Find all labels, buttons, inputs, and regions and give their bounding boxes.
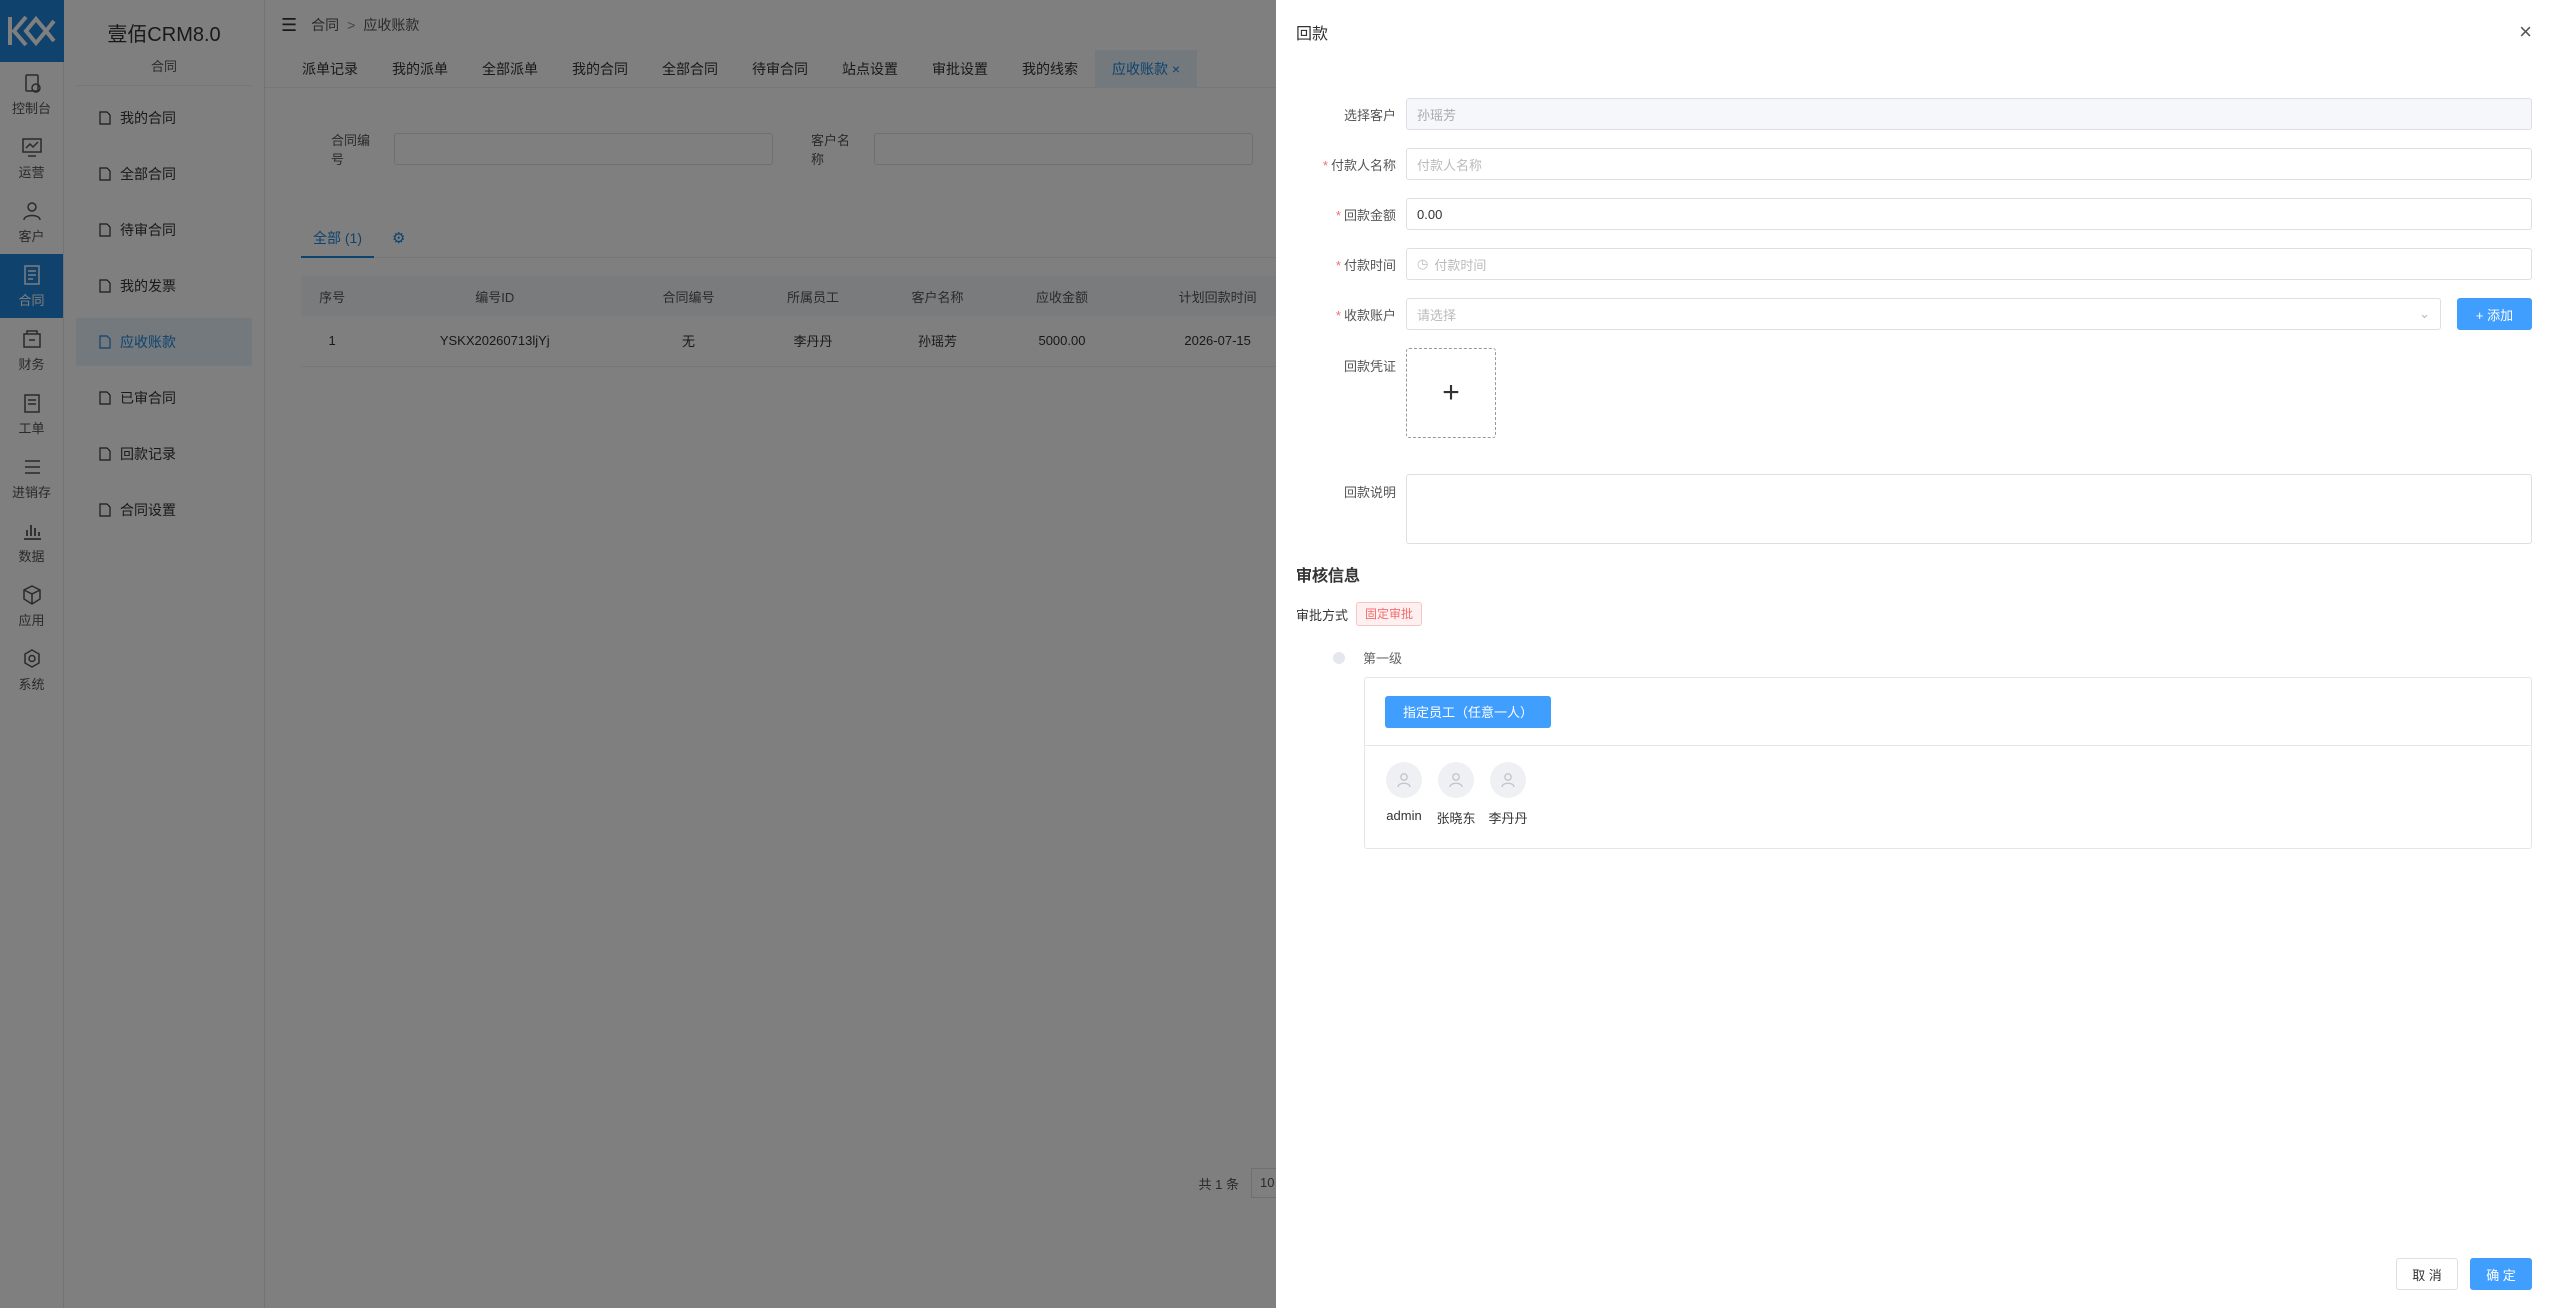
approve-tag: 固定审批 <box>1356 602 1423 626</box>
amount-label: * 回款金额 <box>1335 207 1396 223</box>
payer-label: * 付款人名称 <box>1322 157 1396 173</box>
user-avatar-icon <box>1397 773 1411 788</box>
timeline-dot <box>1333 651 1345 664</box>
time-label: * 付款时间 <box>1335 257 1396 273</box>
cancel-button[interactable]: 取 消 <box>2396 1258 2458 1290</box>
assign-employee-button[interactable]: 指定员工（任意一人） <box>1385 695 1552 728</box>
chevron-down-icon: ⌄ <box>2419 306 2430 321</box>
drawer-footer: 取 消 确 定 <box>2396 1258 2532 1290</box>
drawer-header: 回款 × <box>1276 0 2552 64</box>
add-account-button[interactable]: + 添加 <box>2457 298 2532 330</box>
avatar <box>1438 762 1474 798</box>
clock-icon: ◷ <box>1417 256 1429 271</box>
payment-drawer: 回款 × 选择客户 孙瑶芳 * 付款人名称 付款人名称 * 回款金额 0.00 * 付… <box>1276 0 2552 1308</box>
level-row: 第一级 <box>1333 648 2532 667</box>
close-icon[interactable]: × <box>2519 21 2532 43</box>
approver-user: admin <box>1379 762 1429 827</box>
avatar <box>1490 762 1526 798</box>
account-select[interactable]: 请选择 ⌄ <box>1406 298 2441 330</box>
avatar <box>1386 762 1422 798</box>
plus-icon: + <box>1442 376 1460 409</box>
note-label: 回款说明 <box>1343 485 1396 500</box>
drawer-title: 回款 <box>1296 26 1329 43</box>
user-avatar-icon <box>1501 773 1515 788</box>
approve-method: 审批方式 固定审批 <box>1296 602 2532 626</box>
payment-form: 选择客户 孙瑶芳 * 付款人名称 付款人名称 * 回款金额 0.00 * 付款时间 ◷… <box>1276 98 2552 849</box>
time-input[interactable]: ◷ 付款时间 <box>1406 248 2532 280</box>
upload-voucher[interactable]: + <box>1406 348 1496 438</box>
approver-list: admin 张晓东 李丹丹 <box>1365 746 2531 827</box>
voucher-label: 回款凭证 <box>1343 359 1396 374</box>
account-label: * 收款账户 <box>1335 307 1396 323</box>
customer-label: 选择客户 <box>1343 107 1396 123</box>
customer-field: 孙瑶芳 <box>1406 98 2532 130</box>
note-textarea[interactable] <box>1406 474 2532 544</box>
payer-input[interactable]: 付款人名称 <box>1406 148 2532 180</box>
user-avatar-icon <box>1449 773 1463 788</box>
approver-user: 张晓东 <box>1431 762 1481 827</box>
amount-input[interactable]: 0.00 <box>1406 198 2532 230</box>
review-section-title: 审核信息 <box>1296 568 1361 585</box>
approver-user: 李丹丹 <box>1483 762 1533 827</box>
approver-card: 指定员工（任意一人） admin 张晓东 李丹丹 <box>1364 677 2532 849</box>
confirm-button[interactable]: 确 定 <box>2470 1258 2532 1290</box>
